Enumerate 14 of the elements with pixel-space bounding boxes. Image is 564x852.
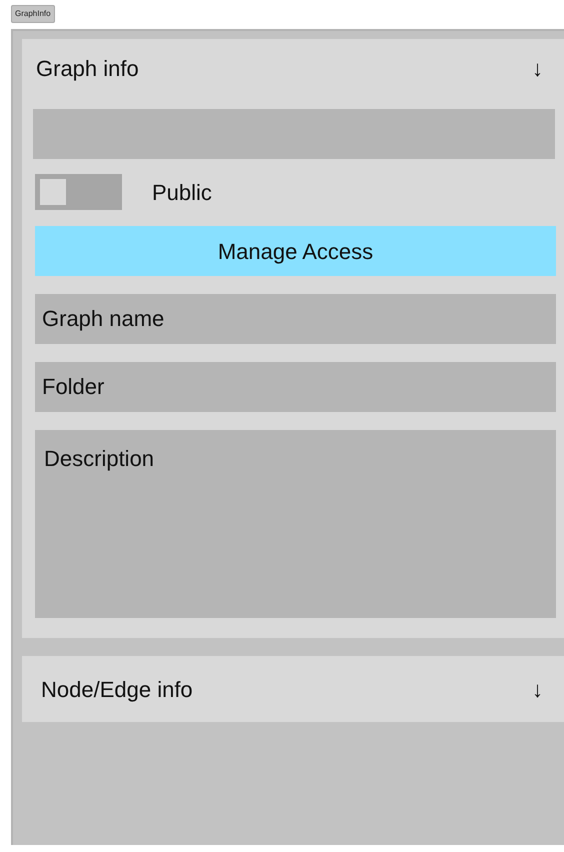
toggle-label: Public (152, 178, 212, 206)
section-title: Graph info (36, 54, 139, 83)
expand-arrow[interactable]: ↓ (532, 52, 543, 84)
input-field[interactable] (33, 109, 555, 159)
input-field[interactable]: Graph name (35, 294, 556, 344)
manage-access-button[interactable]: Manage Access (35, 226, 556, 276)
expand-arrow[interactable]: ↓ (532, 672, 543, 706)
description-field[interactable]: Description (35, 430, 556, 618)
section-header[interactable]: Node/Edge info ↓ (22, 656, 564, 722)
input-field[interactable]: Folder (35, 362, 556, 412)
section-title: Node/Edge info (41, 676, 193, 704)
graphinfo-button[interactable]: GraphInfo (11, 5, 55, 23)
section-header[interactable]: Graph info ↓ (22, 39, 564, 97)
toggle-switch[interactable] (35, 174, 122, 210)
